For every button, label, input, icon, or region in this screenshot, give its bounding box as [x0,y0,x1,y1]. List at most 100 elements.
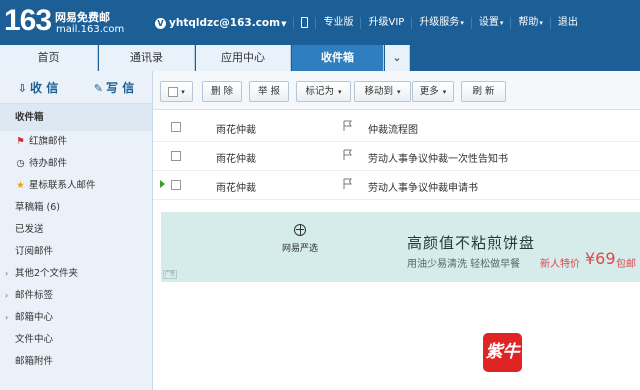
select-all-dropdown[interactable]: ▾ [160,81,193,102]
table-row[interactable]: 雨花仲裁 劳动人事争议仲裁一次性告知书 [153,142,640,171]
ad-brand: 网易严选 [282,244,319,254]
sidebar: ⇩ 收 信 ✎ 写 信 收件箱 ⚑ 红旗邮件 ◷ 待办邮件 ★ 星标联系人邮件 草稿箱 (… [0,71,153,390]
sidebar-item-label: 邮箱中心 [15,312,54,323]
compose-label: 写 信 [106,80,135,95]
upgrade-service-label: 升级服务 [419,17,460,28]
sidebar-item-starred-contacts[interactable]: ★ 星标联系人邮件 [0,175,152,197]
ad-subtitle: 用油少易清洗 轻松做早餐 [407,259,521,270]
sidebar-item-drafts[interactable]: 草稿箱 (6) [0,197,152,219]
logo-url: mail.163.com [56,24,125,35]
sidebar-item-sent[interactable]: 已发送 [0,219,152,241]
flag-icon[interactable] [343,178,353,190]
chevron-down-icon: ▾ [442,88,447,96]
account-menu[interactable]: Vyhtqldzc@163.com▼ [155,17,293,30]
ad-price: ¥69 [585,249,616,268]
chevron-down-icon: ▾ [460,19,464,27]
email-sender: 雨花仲裁 [216,154,256,165]
ad-title: 高颜值不粘煎饼盘 [407,234,536,252]
sidebar-item-attachments[interactable]: 邮箱附件 [0,351,152,373]
settings-menu[interactable]: 设置▾ [470,17,511,29]
pro-version-link[interactable]: 专业版 [315,17,360,29]
yanxuan-logo-icon [294,224,306,236]
move-to-dropdown[interactable]: 移动到 ▾ [354,81,411,102]
sidebar-item-flagged[interactable]: ⚑ 红旗邮件 [0,131,152,153]
sidebar-item-mail-labels[interactable]: › 邮件标签 [0,285,152,307]
sidebar-item-label: 已发送 [15,224,44,235]
logout-link[interactable]: 退出 [549,17,585,29]
select-all-checkbox[interactable] [168,86,179,97]
mark-as-label: 标记为 [305,86,334,97]
row-checkbox[interactable] [171,122,181,132]
flag-icon[interactable] [343,120,353,132]
help-menu[interactable]: 帮助▾ [510,17,550,29]
chevron-right-icon: › [5,313,9,322]
red-flag-icon: ⚑ [16,136,25,147]
top-nav: Vyhtqldzc@163.com▼ 专业版 升级VIP 升级服务▾ 设置▾ 帮… [155,14,585,32]
sidebar-item-mailbox-center[interactable]: › 邮箱中心 [0,307,152,329]
row-checkbox[interactable] [171,151,181,161]
mobile-button[interactable] [293,16,315,30]
help-label: 帮助 [518,17,539,28]
delete-button[interactable]: 删 除 [202,81,242,102]
logo-name: 网易免费邮 [55,11,110,24]
star-icon: ★ [16,180,25,191]
upgrade-vip-link[interactable]: 升级VIP [360,17,411,29]
vip-badge-icon: V [155,17,166,29]
chevron-right-icon: › [5,269,9,278]
table-row[interactable]: 雨花仲裁 仲裁流程图 [153,113,640,142]
tab-more-button[interactable]: ⌄ [385,45,410,71]
chevron-down-icon: ▾ [181,88,185,96]
ad-corner-badge: 广告 [163,270,177,279]
tab-home[interactable]: 首页 [0,45,98,71]
logo-number[interactable]: 163 [4,4,52,38]
table-row[interactable]: 雨花仲裁 劳动人事争议仲裁申请书 [153,171,640,200]
chevron-down-icon: ▼ [281,19,287,28]
compose-button[interactable]: ✎ 写 信 [76,79,152,96]
email-subject: 劳动人事争议仲裁一次性告知书 [368,154,508,165]
top-header: 163 网易免费邮 mail.163.com Vyhtqldzc@163.com… [0,0,640,44]
ad-banner[interactable]: 网易严选 高颜值不粘煎饼盘 用油少易清洗 轻松做早餐 新人特价 ¥69 包邮 广… [161,212,640,282]
receive-button[interactable]: ⇩ 收 信 [0,79,76,96]
sidebar-item-subscriptions[interactable]: 订阅邮件 [0,241,152,263]
sidebar-item-label: 收件箱 [15,112,44,123]
sidebar-item-label: 星标联系人邮件 [29,180,96,191]
phone-icon [301,16,309,28]
more-dropdown[interactable]: 更多 ▾ [412,81,454,102]
row-checkbox[interactable] [171,180,181,190]
ad-free-shipping: 包邮 [616,259,636,270]
tab-bar: 首页 通讯录 应用中心 收件箱 ⌄ [0,44,640,71]
edit-icon: ✎ [93,81,104,95]
mark-as-dropdown[interactable]: 标记为 ▾ [296,81,351,102]
chevron-down-icon: ▾ [539,19,543,27]
download-icon: ⇩ [17,81,28,95]
sidebar-item-file-center[interactable]: 文件中心 [0,329,152,351]
refresh-button[interactable]: 刷 新 [461,81,506,102]
upgrade-service-menu[interactable]: 升级服务▾ [411,17,471,29]
sidebar-item-label: 订阅邮件 [15,246,54,257]
account-email: yhtqldzc@163.com [169,16,281,29]
sidebar-item-label: 其他2个文件夹 [15,268,79,279]
ziniu-watermark-logo: 紫牛 [483,333,522,372]
sidebar-actions: ⇩ 收 信 ✎ 写 信 [0,71,152,104]
sidebar-item-todo[interactable]: ◷ 待办邮件 [0,153,152,175]
tab-contacts[interactable]: 通讯录 [99,45,195,71]
chevron-down-icon: ▾ [397,88,401,96]
sidebar-item-label: 文件中心 [15,334,54,345]
sidebar-item-other-folders[interactable]: › 其他2个文件夹 [0,263,152,285]
report-button[interactable]: 举 报 [249,81,289,102]
email-subject: 劳动人事争议仲裁申请书 [368,183,478,194]
tab-app-center[interactable]: 应用中心 [196,45,291,71]
sidebar-item-label: 待办邮件 [29,158,68,169]
receive-label: 收 信 [30,80,59,95]
settings-label: 设置 [478,17,499,28]
flag-icon[interactable] [343,149,353,161]
email-sender: 雨花仲裁 [216,183,256,194]
clock-icon: ◷ [16,158,25,169]
email-sender: 雨花仲裁 [216,125,256,136]
chevron-right-icon: › [5,291,9,300]
move-to-label: 移动到 [364,86,393,97]
more-label: 更多 [419,86,439,97]
sidebar-item-inbox[interactable]: 收件箱 [0,104,152,131]
sidebar-item-label: 红旗邮件 [29,136,68,147]
tab-inbox[interactable]: 收件箱 [292,45,384,71]
